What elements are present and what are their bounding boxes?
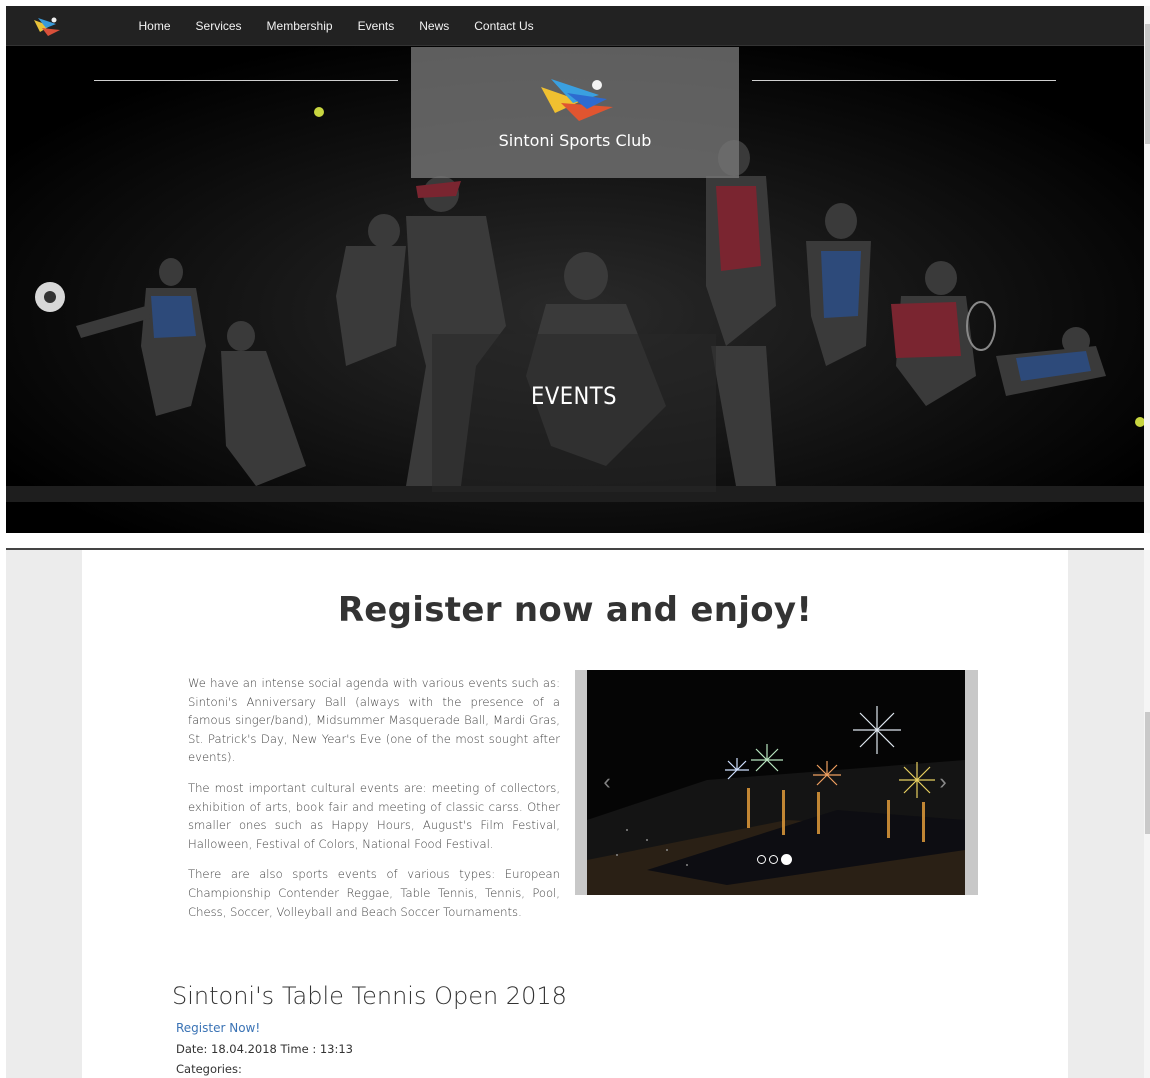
brand-box: Sintoni Sports Club [411, 47, 739, 178]
page-heading: Register now and enjoy! [337, 590, 813, 630]
carousel-prev-button[interactable]: ‹ [595, 770, 619, 794]
hero-banner: Sintoni Sports Club EVENTS [6, 46, 1144, 533]
nav-contact-us[interactable]: Contact Us [462, 6, 546, 46]
carousel-indicators [757, 854, 792, 865]
events-content-view: Register now and enjoy! We have an inten… [6, 550, 1144, 1078]
nav-membership[interactable]: Membership [254, 6, 345, 46]
events-title-band: EVENTS [432, 334, 716, 492]
description-paragraph: We have an intense social agenda with va… [188, 676, 560, 765]
events-description: We have an intense social agenda with va… [188, 674, 560, 933]
carousel-dot-1[interactable] [757, 855, 766, 864]
carousel-dot-2[interactable] [769, 855, 778, 864]
brand-name: Sintoni Sports Club [498, 131, 652, 150]
nav-events[interactable]: Events [345, 6, 407, 46]
carousel-next-button[interactable]: › [931, 770, 955, 794]
description-paragraph: There are also sports events of various … [188, 867, 560, 919]
scrollbar-bottom[interactable] [1144, 550, 1150, 1078]
sintoni-swimmer-logo-icon[interactable] [32, 14, 62, 38]
register-now-link[interactable]: Register Now! [176, 1021, 260, 1035]
nav-news[interactable]: News [407, 6, 462, 46]
scrollbar-thumb[interactable] [1145, 24, 1150, 144]
event-title: Sintoni's Table Tennis Open 2018 [172, 982, 567, 1010]
nav-links: Home Services Membership Events News Con… [126, 6, 546, 46]
scrollbar-top[interactable] [1144, 6, 1150, 533]
content-container: Register now and enjoy! We have an inten… [82, 550, 1068, 1078]
event-date-time: Date: 18.04.2018 Time : 13:13 [176, 1042, 353, 1056]
carousel-dot-3[interactable] [781, 854, 792, 865]
hero-divider-left [94, 80, 398, 81]
image-carousel[interactable]: ‹ › [575, 670, 978, 895]
page-section-title: EVENTS [531, 382, 617, 410]
navbar: Home Services Membership Events News Con… [6, 6, 1144, 46]
hero-page-view: Home Services Membership Events News Con… [6, 6, 1144, 533]
sintoni-sports-logo-icon [541, 79, 613, 121]
description-paragraph: The most important cultural events are: … [188, 780, 560, 851]
event-categories: Categories: [176, 1062, 242, 1076]
nav-home[interactable]: Home [126, 6, 183, 46]
scrollbar-thumb[interactable] [1145, 712, 1150, 834]
hero-divider-right [752, 80, 1056, 81]
nav-services[interactable]: Services [183, 6, 254, 46]
